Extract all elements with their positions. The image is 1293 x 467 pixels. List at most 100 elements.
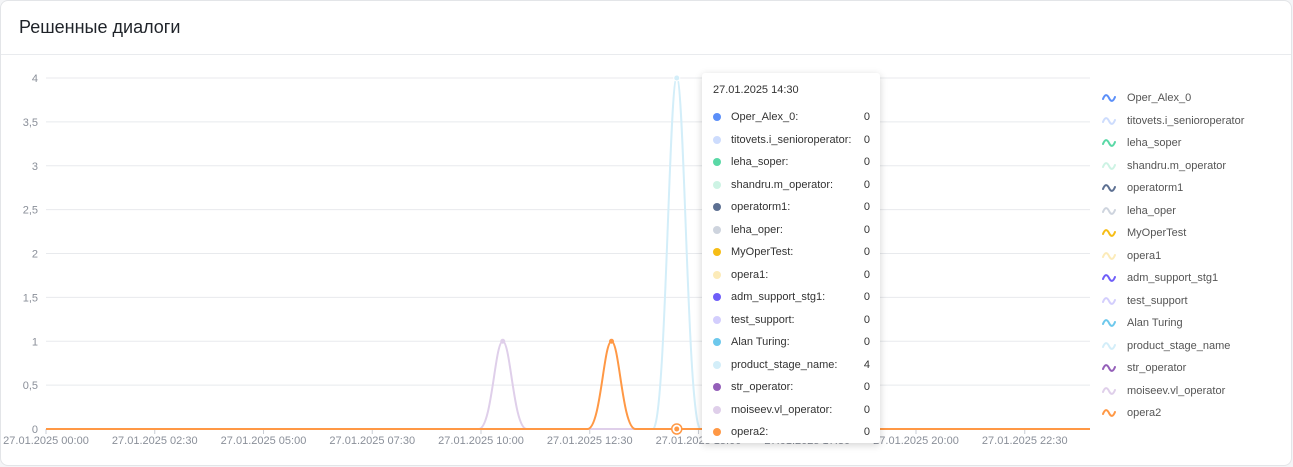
legend-label: test_support [1127, 294, 1188, 307]
tooltip-series-dot [713, 225, 721, 234]
legend-wave-icon [1102, 319, 1116, 328]
x-tick-label: 27.01.2025 05:00 [221, 435, 307, 447]
tooltip-series-name: Alan Turing: [731, 336, 790, 349]
legend-label: adm_support_stg1 [1127, 272, 1219, 285]
legend-wave-icon [1102, 274, 1116, 283]
legend-item[interactable]: moiseev.vl_operator [1102, 380, 1244, 403]
tooltip-series-dot [713, 158, 721, 167]
tooltip-row: product_stage_name: 4 [713, 354, 870, 377]
x-tick-label: 27.01.2025 20:00 [873, 435, 959, 447]
tooltip-row: leha_soper: 0 [713, 151, 870, 174]
legend-item[interactable]: opera2 [1102, 402, 1244, 425]
tooltip-series-value: 0 [863, 426, 870, 439]
tooltip-series-name: MyOperTest: [731, 246, 794, 259]
legend-wave-icon [1102, 409, 1116, 418]
tooltip-series-dot [713, 405, 721, 414]
tooltip-series-value: 0 [863, 133, 870, 146]
tooltip-series-name: opera1: [731, 268, 769, 281]
legend-item[interactable]: Oper_Alex_0 [1102, 87, 1244, 110]
tooltip-series-value: 0 [863, 111, 870, 124]
tooltip-series-value: 0 [863, 403, 870, 416]
tooltip-series-dot [713, 180, 721, 189]
tooltip-row: leha_oper: 0 [713, 219, 870, 242]
legend-item[interactable]: MyOperTest [1102, 222, 1244, 245]
tooltip-series-dot [713, 338, 721, 347]
legend-wave-icon [1102, 161, 1116, 170]
tooltip-series-dot [713, 203, 721, 212]
legend-wave-icon [1102, 229, 1116, 238]
legend-wave-icon [1102, 364, 1116, 373]
tooltip-series-value: 0 [863, 178, 870, 191]
line-chart[interactable]: 0 0,5 1 1,5 2 2,5 3 3,5 4 27.01.2025 00:00 27.01.2… [0, 0, 1293, 467]
legend-label: moiseev.vl_operator [1127, 384, 1226, 397]
legend-wave-icon [1102, 296, 1116, 305]
hover-marker-dot [674, 426, 680, 432]
tooltip-row: opera1: 0 [713, 264, 870, 287]
tooltip-series-value: 0 [863, 268, 870, 281]
legend-item[interactable]: Alan Turing [1102, 312, 1244, 335]
hover-marker-peak [673, 74, 681, 82]
y-tick-label: 1 [32, 336, 38, 348]
legend-label: leha_soper [1127, 137, 1182, 150]
legend-item[interactable]: adm_support_stg1 [1102, 267, 1244, 290]
legend-label: opera1 [1127, 249, 1162, 262]
x-tick-label: 27.01.2025 07:30 [329, 435, 415, 447]
tooltip-series-dot [713, 383, 721, 392]
tooltip-series-name: shandru.m_operator: [731, 178, 834, 191]
legend-item[interactable]: opera1 [1102, 245, 1244, 268]
tooltip-row: str_operator: 0 [713, 376, 870, 399]
tooltip-row: opera2: 0 [713, 421, 870, 444]
legend-label: Oper_Alex_0 [1127, 92, 1192, 105]
legend-wave-icon [1102, 341, 1116, 350]
legend-item[interactable]: product_stage_name [1102, 335, 1244, 358]
y-tick-label: 2,5 [23, 205, 38, 217]
tooltip-series-name: operatorm1: [731, 201, 791, 214]
tooltip-series-value: 4 [863, 358, 870, 371]
legend-item[interactable]: str_operator [1102, 357, 1244, 380]
legend-item[interactable]: test_support [1102, 290, 1244, 313]
data-point-opera2[interactable] [609, 338, 614, 344]
x-tick-label: 27.01.2025 12:30 [547, 435, 633, 447]
y-tick-label: 2 [32, 249, 38, 261]
legend-item[interactable]: titovets.i_senioroperator [1102, 110, 1244, 133]
legend-item[interactable]: operatorm1 [1102, 177, 1244, 200]
tooltip-series-name: leha_oper: [731, 223, 783, 236]
tooltip-series-dot [713, 270, 721, 279]
legend-wave-icon [1102, 386, 1116, 395]
tooltip-row: moiseev.vl_operator: 0 [713, 399, 870, 422]
legend-label: str_operator [1127, 362, 1187, 375]
y-tick-label: 3 [32, 161, 38, 173]
legend-wave-icon [1102, 184, 1116, 193]
tooltip-series-name: moiseev.vl_operator: [731, 403, 833, 416]
legend-item[interactable]: leha_soper [1102, 132, 1244, 155]
tooltip-series-name: adm_support_stg1: [731, 291, 826, 304]
legend-wave-icon [1102, 94, 1116, 103]
legend-item[interactable]: leha_oper [1102, 200, 1244, 223]
tooltip-series-dot [713, 293, 721, 302]
x-tick-label: 27.01.2025 02:30 [112, 435, 198, 447]
legend-label: operatorm1 [1127, 182, 1184, 195]
legend-label: Alan Turing [1127, 317, 1183, 330]
legend-wave-icon [1102, 206, 1116, 215]
legend-item[interactable]: shandru.m_operator [1102, 155, 1244, 178]
x-tick-label: 27.01.2025 00:00 [3, 435, 89, 447]
tooltip-series-dot [713, 248, 721, 257]
tooltip-series-value: 0 [863, 381, 870, 394]
legend-wave-icon [1102, 251, 1116, 260]
x-tick-label: 27.01.2025 10:00 [438, 435, 524, 447]
tooltip-row: titovets.i_senioroperator: 0 [713, 129, 870, 152]
tooltip-series-name: titovets.i_senioroperator: [731, 133, 852, 146]
data-point-moiseev-vl-operator[interactable] [500, 338, 506, 344]
legend-wave-icon [1102, 116, 1116, 125]
legend-label: shandru.m_operator [1127, 159, 1227, 172]
tooltip-series-dot [713, 428, 721, 437]
tooltip-series-name: leha_soper: [731, 156, 789, 169]
tooltip-series-value: 0 [863, 223, 870, 236]
tooltip-series-name: product_stage_name: [731, 358, 838, 371]
tooltip-series-dot [713, 360, 721, 369]
tooltip-series-name: Oper_Alex_0: [731, 111, 799, 124]
tooltip-row: Oper_Alex_0: 0 [713, 106, 870, 129]
tooltip-series-value: 0 [863, 336, 870, 349]
legend-wave-icon [1102, 139, 1116, 148]
tooltip-series-value: 0 [863, 291, 870, 304]
